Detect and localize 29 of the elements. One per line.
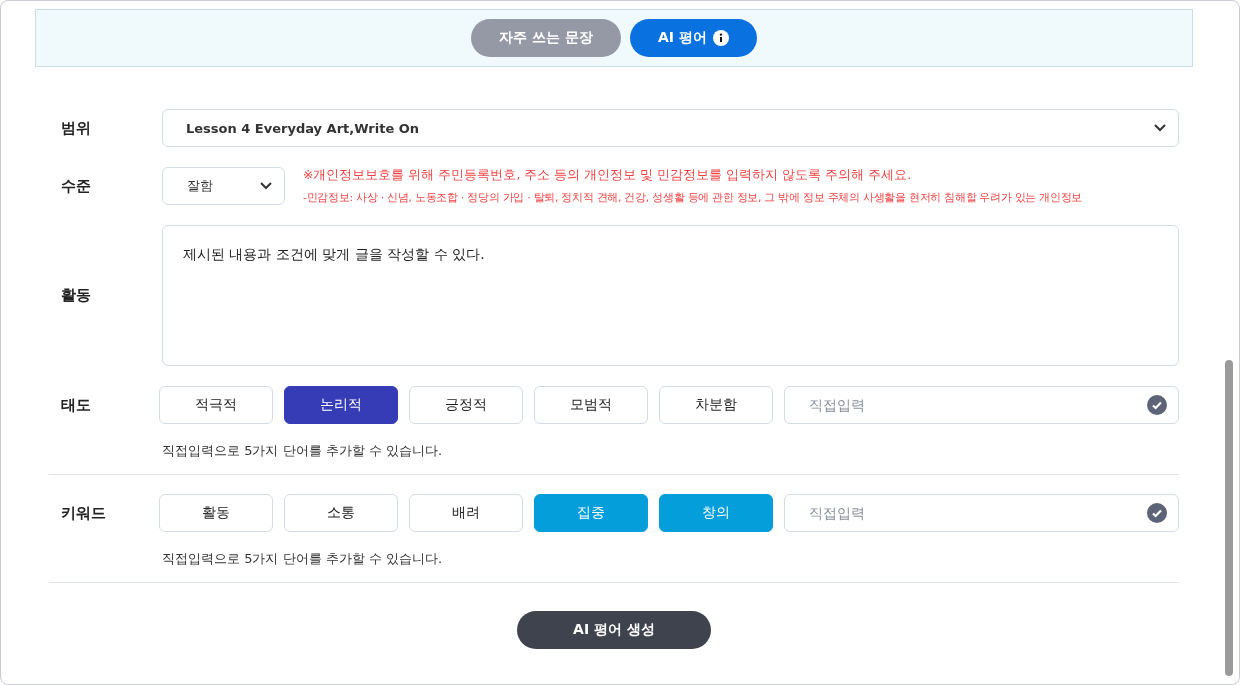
check-icon[interactable] — [1147, 395, 1167, 415]
custom-word-input[interactable]: 직접입력 — [784, 386, 1179, 424]
chevron-down-icon — [260, 182, 272, 190]
field-label: 수준 — [60, 176, 92, 196]
privacy-notice: ※개인정보보호를 위해 주민등록번호, 주소 등의 개인정보 및 민감정보를 입력하지 않도록 주의해 주세요. — [303, 167, 913, 184]
generate-button[interactable]: AI 평어 생성 — [517, 611, 711, 649]
word-chip[interactable]: 차분함 — [659, 386, 773, 424]
word-chip[interactable]: 소통 — [284, 494, 398, 532]
chevron-down-icon — [1154, 124, 1166, 132]
field-label: 태도 — [60, 395, 92, 415]
scope-select[interactable]: Lesson 4 Everyday Art,Write On — [162, 109, 1179, 147]
word-chip[interactable]: 활동 — [159, 494, 273, 532]
hint-text: 직접입력으로 5가지 단어를 추가할 수 있습니다. — [162, 442, 444, 460]
scrollbar-thumb[interactable] — [1225, 360, 1233, 676]
word-chip[interactable]: 적극적 — [159, 386, 273, 424]
tab[interactable]: AI 평어 — [629, 19, 757, 57]
check-icon[interactable] — [1147, 503, 1167, 523]
field-label: 키워드 — [60, 503, 107, 523]
hint-text: 직접입력으로 5가지 단어를 추가할 수 있습니다. — [162, 550, 444, 568]
custom-word-input[interactable]: 직접입력 — [784, 494, 1179, 532]
word-chip[interactable]: 배려 — [409, 494, 523, 532]
level-select[interactable]: 잘함 — [162, 167, 285, 205]
word-chip[interactable]: 모범적 — [534, 386, 648, 424]
privacy-detail: -민감정보: 사상 · 신념, 노동조합 · 정당의 가입 · 탈퇴, 정치적 견해, 건강, 성생활 등에 관한 정보, 그 밖에 정보 주체의 사생활을 현저히 침해할 우려가 있는 개인정보 — [303, 190, 1083, 205]
word-chip[interactable]: 논리적 — [284, 386, 398, 424]
field-label: 범위 — [60, 118, 92, 138]
activity-text-area[interactable]: 제시된 내용과 조건에 맞게 글을 작성할 수 있다. — [162, 225, 1179, 366]
field-label: 활동 — [60, 286, 92, 305]
word-chip[interactable]: 긍정적 — [409, 386, 523, 424]
